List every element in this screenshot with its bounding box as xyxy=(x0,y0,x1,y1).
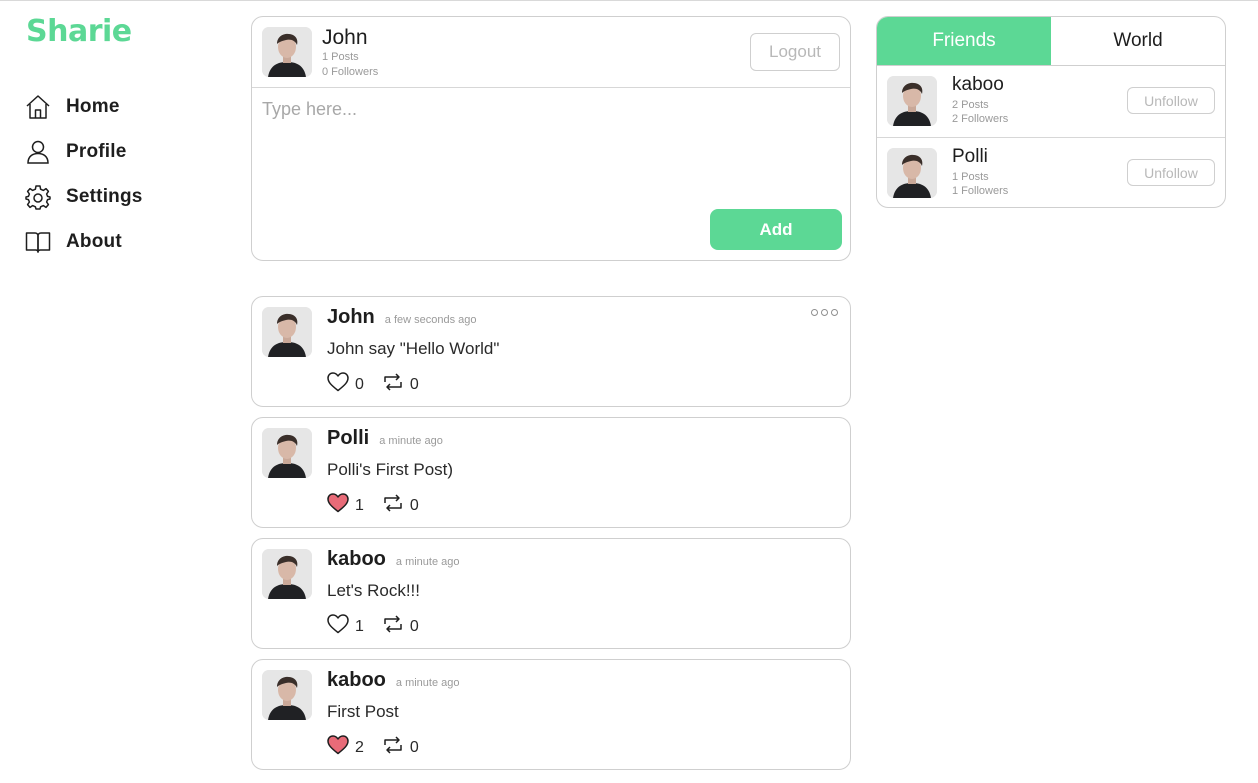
friend-item: Polli 1 Posts 1 Followers Unfollow xyxy=(877,137,1225,207)
post-author-name: kaboo xyxy=(327,669,386,691)
sidebar-item-profile[interactable]: Profile xyxy=(25,129,143,174)
tab-world[interactable]: World xyxy=(1051,17,1225,65)
current-user-followers: 0 Followers xyxy=(322,66,379,78)
post-card: kaboo a minute ago First Post 2 0 xyxy=(251,659,851,770)
heart-filled-icon xyxy=(327,735,349,760)
repost-icon xyxy=(382,615,404,638)
user-icon xyxy=(25,139,51,165)
sidebar-item-settings[interactable]: Settings xyxy=(25,174,143,219)
logout-button[interactable]: Logout xyxy=(750,33,840,71)
friends-tabs: Friends World xyxy=(877,17,1225,66)
post-author-name: Polli xyxy=(327,427,370,449)
repost-icon xyxy=(382,494,404,517)
post-card: John a few seconds ago John say "Hello Wo… xyxy=(251,296,851,407)
post-author-name: John xyxy=(327,306,375,328)
unfollow-button[interactable]: Unfollow xyxy=(1127,87,1215,114)
post-time: a minute ago xyxy=(395,556,460,568)
friend-name[interactable]: kaboo xyxy=(952,74,1004,96)
post-text: Polli's First Post) xyxy=(327,460,454,479)
sidebar-item-label: Settings xyxy=(66,185,143,207)
post-text: First Post xyxy=(327,702,399,721)
post-time: a minute ago xyxy=(395,677,460,689)
avatar[interactable] xyxy=(262,307,312,357)
sidebar-item-home[interactable]: Home xyxy=(25,84,143,129)
friend-followers: 2 Followers xyxy=(952,113,1009,125)
post-actions: 0 0 xyxy=(327,372,437,397)
unfollow-button[interactable]: Unfollow xyxy=(1127,159,1215,186)
current-user-name: John xyxy=(322,26,368,49)
avatar[interactable] xyxy=(262,27,312,77)
repost-count: 0 xyxy=(409,617,419,635)
post-author[interactable]: kaboo a minute ago xyxy=(327,669,460,692)
repost-count: 0 xyxy=(409,738,419,756)
avatar[interactable] xyxy=(887,148,937,198)
post-card: kaboo a minute ago Let's Rock!!! 1 0 xyxy=(251,538,851,649)
post-author[interactable]: kaboo a minute ago xyxy=(327,548,460,571)
like-button[interactable]: 1 xyxy=(327,493,364,518)
post-composer: John 1 Posts 0 Followers Logout Add xyxy=(251,16,851,261)
composer-header: John 1 Posts 0 Followers Logout xyxy=(252,17,850,88)
repost-button[interactable]: 0 xyxy=(382,736,419,759)
sidebar-nav: Home Profile Settings About xyxy=(25,84,143,264)
post-text: John say "Hello World" xyxy=(327,339,500,358)
friend-posts: 1 Posts xyxy=(952,171,989,183)
repost-count: 0 xyxy=(409,375,419,393)
app-logo[interactable]: Sharie xyxy=(26,14,132,49)
friend-posts: 2 Posts xyxy=(952,99,989,111)
friend-item: kaboo 2 Posts 2 Followers Unfollow xyxy=(877,66,1225,137)
post-actions: 1 0 xyxy=(327,614,437,639)
friends-panel: Friends World kaboo 2 Posts 2 Followers … xyxy=(876,16,1226,208)
current-user-posts: 1 Posts xyxy=(322,51,359,63)
avatar[interactable] xyxy=(887,76,937,126)
heart-filled-icon xyxy=(327,493,349,518)
like-count: 2 xyxy=(355,738,364,756)
repost-button[interactable]: 0 xyxy=(382,373,419,396)
avatar[interactable] xyxy=(262,428,312,478)
top-divider xyxy=(0,0,1258,1)
like-button[interactable]: 0 xyxy=(327,372,364,397)
post-author[interactable]: John a few seconds ago xyxy=(327,306,477,329)
avatar[interactable] xyxy=(262,549,312,599)
repost-button[interactable]: 0 xyxy=(382,615,419,638)
repost-button[interactable]: 0 xyxy=(382,494,419,517)
post-text: Let's Rock!!! xyxy=(327,581,421,600)
tab-friends[interactable]: Friends xyxy=(877,17,1051,65)
friend-followers: 1 Followers xyxy=(952,185,1009,197)
more-options-icon[interactable] xyxy=(811,309,838,316)
post-input[interactable] xyxy=(252,89,850,199)
like-count: 1 xyxy=(355,496,364,514)
like-count: 1 xyxy=(355,617,364,635)
post-actions: 2 0 xyxy=(327,735,437,760)
sidebar-item-about[interactable]: About xyxy=(25,219,143,264)
repost-icon xyxy=(382,736,404,759)
post-author-name: kaboo xyxy=(327,548,386,570)
home-icon xyxy=(25,94,51,120)
post-time: a few seconds ago xyxy=(384,314,477,326)
heart-icon xyxy=(327,614,349,639)
sidebar-item-label: About xyxy=(66,230,122,252)
post-author[interactable]: Polli a minute ago xyxy=(327,427,443,450)
gear-icon xyxy=(25,184,51,210)
like-button[interactable]: 2 xyxy=(327,735,364,760)
sidebar-item-label: Profile xyxy=(66,140,127,162)
like-count: 0 xyxy=(355,375,364,393)
sidebar-item-label: Home xyxy=(66,95,120,117)
post-card: Polli a minute ago Polli's First Post) 1 … xyxy=(251,417,851,528)
book-icon xyxy=(25,229,51,255)
repost-icon xyxy=(382,373,404,396)
add-post-button[interactable]: Add xyxy=(710,209,842,250)
like-button[interactable]: 1 xyxy=(327,614,364,639)
avatar[interactable] xyxy=(262,670,312,720)
post-time: a minute ago xyxy=(379,435,443,447)
post-actions: 1 0 xyxy=(327,493,437,518)
heart-icon xyxy=(327,372,349,397)
friend-name[interactable]: Polli xyxy=(952,146,988,168)
repost-count: 0 xyxy=(409,496,419,514)
